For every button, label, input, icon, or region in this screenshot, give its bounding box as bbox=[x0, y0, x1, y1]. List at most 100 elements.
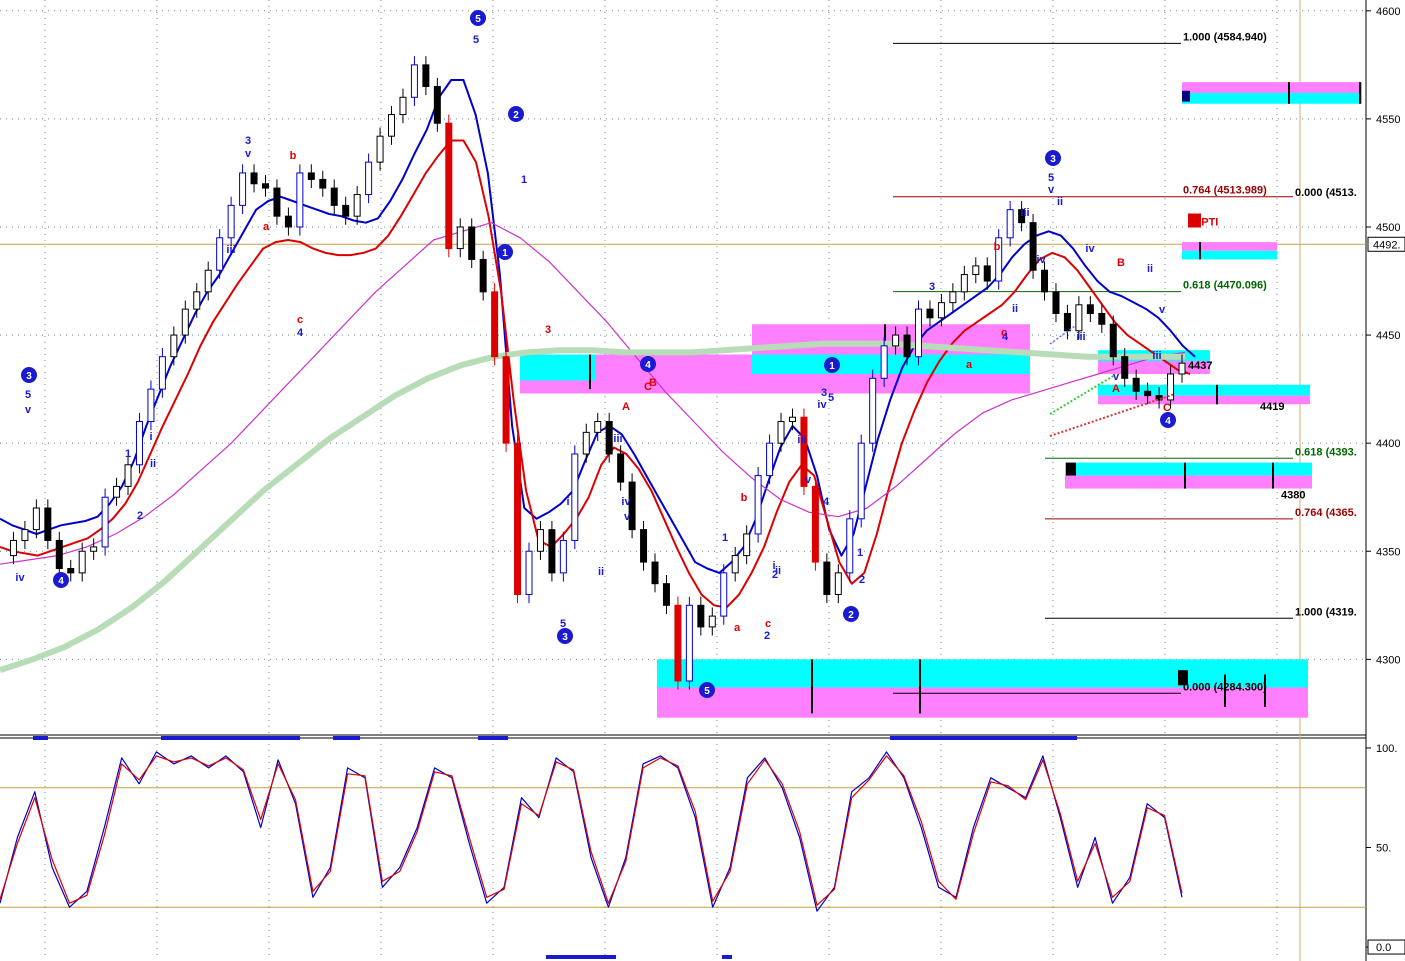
wave-label: c bbox=[765, 618, 771, 630]
signal-bar-top bbox=[33, 736, 48, 740]
wave-label: 1 bbox=[857, 547, 863, 559]
candle-body bbox=[766, 442, 774, 477]
zone-block bbox=[1066, 462, 1076, 476]
fib-label: 0.764 (4513.989) bbox=[1183, 185, 1267, 197]
candle-body bbox=[926, 308, 934, 319]
wave-label: 3 bbox=[245, 135, 251, 147]
candle-body bbox=[193, 291, 201, 310]
wave-circle-label: 5 bbox=[704, 686, 710, 697]
current-price-label: 4492. bbox=[1373, 239, 1401, 251]
candle-body bbox=[353, 194, 361, 217]
signal-bar-top bbox=[478, 736, 508, 740]
candle-body bbox=[376, 135, 384, 163]
wave-label: v bbox=[1159, 304, 1166, 316]
price-tick-label: 4550 bbox=[1376, 114, 1400, 126]
zone-band bbox=[1182, 250, 1277, 260]
price-tick-label: 4400 bbox=[1376, 438, 1400, 450]
wave-circle-label: 3 bbox=[1050, 154, 1056, 165]
candle-body bbox=[880, 345, 888, 379]
candle-body bbox=[960, 274, 968, 293]
wave-label: a bbox=[263, 221, 270, 233]
candle-body bbox=[1086, 304, 1094, 314]
wave-label: 4 bbox=[297, 327, 304, 339]
fib-label: 0.000 (4284.300) bbox=[1183, 681, 1267, 693]
candle-body bbox=[250, 172, 258, 185]
fib-label: 0.764 (4365. bbox=[1295, 507, 1357, 519]
candle-body bbox=[284, 215, 292, 228]
candle-body bbox=[949, 291, 957, 304]
candle-body bbox=[365, 161, 373, 196]
wave-label: a bbox=[966, 359, 973, 371]
wave-label: iv bbox=[621, 496, 631, 508]
candle-body bbox=[777, 421, 785, 444]
wave-label: ii bbox=[1057, 196, 1063, 208]
candle-body bbox=[330, 187, 338, 206]
wave-circle-label: 1 bbox=[829, 361, 835, 372]
wave-label: 5 bbox=[473, 34, 479, 46]
wave-label: ii bbox=[150, 458, 156, 470]
wave-label: a bbox=[734, 622, 741, 634]
wave-label: b bbox=[290, 150, 297, 162]
candle-body bbox=[1075, 304, 1083, 332]
candle-body bbox=[479, 258, 487, 293]
candle-body bbox=[158, 356, 166, 390]
candle-body bbox=[239, 172, 247, 206]
wave-label: A bbox=[1112, 383, 1120, 395]
candle-body bbox=[834, 572, 842, 595]
candle-body bbox=[559, 539, 567, 574]
signal-bar-top bbox=[161, 736, 300, 740]
wave-label: v bbox=[1113, 371, 1120, 383]
fib-label: 0.618 (4393. bbox=[1295, 446, 1357, 458]
candle-body bbox=[811, 485, 819, 563]
zone-band bbox=[1098, 384, 1310, 396]
wave-label: 4 bbox=[823, 496, 830, 508]
zone-band bbox=[930, 328, 1030, 346]
candle-body bbox=[857, 442, 865, 520]
fib-label: 0.618 (4470.096) bbox=[1183, 280, 1267, 292]
wave-circle-label: 4 bbox=[58, 576, 64, 587]
wave-circle-label: 2 bbox=[848, 610, 854, 621]
candle-body bbox=[1132, 377, 1140, 392]
wave-label: 5 bbox=[828, 392, 834, 404]
candle-body bbox=[846, 518, 854, 574]
zone-band bbox=[1065, 462, 1312, 476]
candle-body bbox=[44, 507, 52, 541]
wave-label: iii bbox=[1020, 207, 1029, 219]
candle-body bbox=[548, 529, 556, 574]
candle-body bbox=[720, 572, 728, 617]
signal-bar-bottom bbox=[722, 955, 732, 959]
candle-body bbox=[273, 187, 281, 217]
wave-label: iv bbox=[15, 572, 25, 584]
wave-label: iii bbox=[1152, 350, 1161, 362]
wave-label: 1 bbox=[521, 174, 527, 186]
candle-body bbox=[743, 533, 751, 557]
wave-label: B bbox=[649, 377, 657, 389]
signal-bar-top bbox=[333, 736, 360, 740]
candle-body bbox=[78, 550, 86, 574]
wave-label: i bbox=[566, 496, 569, 508]
wave-label: 5 bbox=[25, 389, 31, 401]
fib-label: 1.000 (4584.940) bbox=[1183, 31, 1267, 43]
candle-body bbox=[67, 568, 75, 574]
candle-body bbox=[491, 291, 499, 358]
candle-body bbox=[892, 334, 900, 347]
signal-bar-top bbox=[890, 736, 1077, 740]
candle-body bbox=[342, 204, 350, 217]
wave-circle-label: 2 bbox=[513, 110, 519, 121]
candle-body bbox=[937, 302, 945, 319]
wave-label: 5 bbox=[1048, 172, 1054, 184]
candle-body bbox=[502, 356, 510, 444]
wave-label: v bbox=[624, 511, 631, 523]
candle-body bbox=[754, 475, 762, 535]
candle-body bbox=[135, 421, 143, 466]
candle-body bbox=[399, 96, 407, 116]
candle-body bbox=[296, 172, 304, 228]
zone-band bbox=[520, 380, 595, 394]
zone-band bbox=[1182, 82, 1362, 93]
candle-body bbox=[55, 539, 63, 570]
wave-circle-label: 1 bbox=[502, 248, 508, 259]
candle-body bbox=[113, 485, 121, 498]
candle-body bbox=[525, 550, 533, 595]
candle-body bbox=[261, 183, 269, 189]
candle-body bbox=[468, 226, 476, 260]
